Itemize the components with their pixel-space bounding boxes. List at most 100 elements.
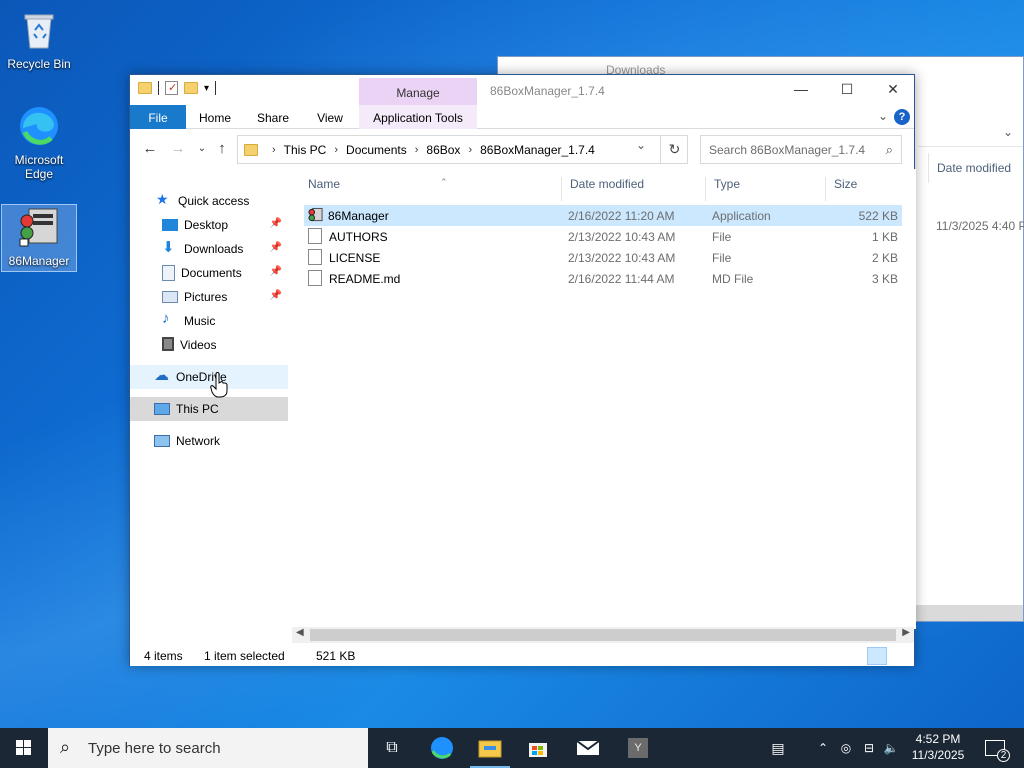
nav-item-documents[interactable]: Documents 📌: [130, 261, 288, 285]
breadcrumb-86boxmanager[interactable]: 86BoxManager_1.7.4: [480, 143, 595, 157]
file-size: 522 KB: [858, 209, 898, 223]
help-icon[interactable]: ?: [894, 109, 910, 125]
tab-home[interactable]: Home: [188, 105, 242, 129]
column-header-date[interactable]: Date modified: [562, 177, 706, 201]
nav-label: Downloads: [184, 242, 244, 256]
taskbar-store[interactable]: [514, 728, 562, 768]
task-view-button[interactable]: ⧉: [368, 728, 416, 768]
forward-icon[interactable]: →: [168, 140, 188, 157]
breadcrumb-separator[interactable]: ›: [272, 144, 276, 156]
selected-count: 1 item selected: [204, 649, 285, 663]
file-row[interactable]: README.md 2/16/2022 11:44 AM MD File 3 K…: [304, 268, 902, 289]
desktop-icon-recycle-bin[interactable]: Recycle Bin: [1, 8, 77, 71]
breadcrumb-this-pc[interactable]: This PC: [284, 143, 327, 157]
clock-date: 11/3/2025: [911, 748, 965, 762]
taskbar-mail[interactable]: [564, 728, 612, 768]
customize-qat-icon[interactable]: ▾: [204, 83, 209, 94]
nav-item-videos[interactable]: Videos: [130, 333, 288, 357]
nav-item-downloads[interactable]: ⬇ Downloads 📌: [130, 237, 288, 261]
back-icon[interactable]: ←: [140, 140, 160, 157]
tab-share[interactable]: Share: [246, 105, 300, 129]
large-icons-view-icon[interactable]: [890, 647, 910, 665]
up-icon[interactable]: ↑: [212, 140, 232, 157]
taskbar-search-placeholder: Type here to search: [88, 740, 221, 757]
properties-icon[interactable]: [165, 81, 178, 95]
expand-ribbon-icon[interactable]: ⌄: [878, 109, 888, 123]
breadcrumb-documents[interactable]: Documents: [346, 143, 407, 157]
recent-locations-icon[interactable]: ⌄: [192, 143, 212, 154]
address-dropdown-icon[interactable]: ⌄: [636, 138, 646, 152]
pin-icon[interactable]: 📌: [270, 218, 282, 229]
taskbar-edge[interactable]: [418, 728, 466, 768]
title-bar[interactable]: ▾ Manage 86BoxManager_1.7.4 — ☐ ✕: [130, 75, 914, 105]
refresh-button[interactable]: ↻: [660, 135, 688, 164]
scroll-right-icon[interactable]: ▶: [902, 627, 910, 638]
show-hidden-icons-icon[interactable]: ⌃: [812, 728, 834, 768]
nav-item-this-pc[interactable]: This PC: [130, 397, 288, 421]
file-row[interactable]: AUTHORS 2/13/2022 10:43 AM File 1 KB: [304, 226, 902, 247]
item-count: 4 items: [144, 649, 183, 663]
notification-center-button[interactable]: 2: [980, 728, 1010, 768]
meet-now-icon[interactable]: ◎: [836, 728, 856, 768]
breadcrumb-separator[interactable]: ›: [468, 144, 472, 156]
file-name-cell: README.md: [308, 269, 401, 286]
file-row[interactable]: LICENSE 2/13/2022 10:43 AM File 2 KB: [304, 247, 902, 268]
explorer-window[interactable]: ▾ Manage 86BoxManager_1.7.4 — ☐ ✕ File H…: [129, 74, 916, 666]
file-size: 1 KB: [871, 230, 898, 244]
taskbar-file-explorer[interactable]: [466, 728, 514, 768]
details-view-icon[interactable]: [867, 647, 887, 665]
column-header-name[interactable]: Name ⌃: [300, 177, 562, 201]
file-date: 2/13/2022 10:43 AM: [568, 251, 676, 265]
manage-tab[interactable]: Manage: [359, 78, 477, 105]
folder-icon: [244, 143, 258, 156]
horizontal-scrollbar[interactable]: ◀ ▶: [292, 627, 914, 643]
close-button[interactable]: ✕: [870, 75, 916, 105]
file-name-cell: LICENSE: [308, 248, 380, 265]
new-folder-icon[interactable]: [184, 82, 198, 94]
tab-view[interactable]: View: [304, 105, 356, 129]
search-input[interactable]: Search 86BoxManager_1.7.4 ⌕: [700, 135, 902, 164]
nav-item-quick-access[interactable]: ★ Quick access: [130, 189, 288, 213]
edge-icon: [431, 737, 453, 759]
breadcrumb-separator[interactable]: ›: [334, 144, 338, 156]
column-header-size[interactable]: Size: [826, 177, 906, 201]
nav-item-desktop[interactable]: Desktop 📌: [130, 213, 288, 237]
minimize-button[interactable]: —: [778, 75, 824, 105]
pin-icon[interactable]: 📌: [270, 242, 282, 253]
volume-muted-icon[interactable]: 🔈: [880, 728, 902, 768]
scroll-left-icon[interactable]: ◀: [296, 627, 304, 638]
file-type: File: [712, 251, 732, 265]
tab-application-tools[interactable]: Application Tools: [359, 105, 477, 129]
nav-item-onedrive[interactable]: ☁ OneDrive: [130, 365, 288, 389]
ribbon-tabs: File Home Share View Application Tools ⌄…: [130, 105, 914, 129]
start-button[interactable]: [0, 728, 48, 768]
news-widget-icon[interactable]: ▤: [760, 728, 796, 768]
scrollbar-thumb[interactable]: [310, 629, 896, 641]
network-icon[interactable]: ⊟: [858, 728, 880, 768]
desktop-icon-edge[interactable]: Microsoft Edge: [1, 104, 77, 181]
bg-column-header[interactable]: Date modified: [928, 153, 1023, 183]
nav-item-music[interactable]: ♪ Music: [130, 309, 288, 333]
bg-scrollbar[interactable]: [916, 605, 1023, 621]
pin-icon[interactable]: 📌: [270, 290, 282, 301]
address-bar[interactable]: › This PC › Documents › 86Box › 86BoxMan…: [237, 135, 688, 164]
file-row[interactable]: 86Manager 2/16/2022 11:20 AM Application…: [304, 205, 902, 226]
notification-icon: 2: [985, 740, 1010, 762]
file-date: 2/16/2022 11:20 AM: [568, 209, 675, 223]
maximize-button[interactable]: ☐: [824, 75, 870, 105]
nav-item-pictures[interactable]: Pictures 📌: [130, 285, 288, 309]
desktop-icon-86manager[interactable]: 86Manager: [1, 204, 77, 272]
taskbar-clock[interactable]: 4:52 PM 11/3/2025: [900, 731, 976, 763]
file-name: README.md: [329, 272, 401, 286]
breadcrumb-separator[interactable]: ›: [415, 144, 419, 156]
column-header-type[interactable]: Type: [706, 177, 826, 201]
tab-file[interactable]: File: [130, 105, 186, 129]
chevron-down-icon[interactable]: ⌄: [1003, 125, 1013, 139]
pin-icon[interactable]: 📌: [270, 266, 282, 277]
taskbar-app-y[interactable]: Y: [614, 728, 662, 768]
nav-label: This PC: [176, 402, 219, 416]
taskbar-search-input[interactable]: ⌕ Type here to search: [48, 728, 368, 768]
breadcrumb-86box[interactable]: 86Box: [426, 143, 460, 157]
nav-item-network[interactable]: Network: [130, 429, 288, 453]
application-icon: [308, 207, 323, 221]
